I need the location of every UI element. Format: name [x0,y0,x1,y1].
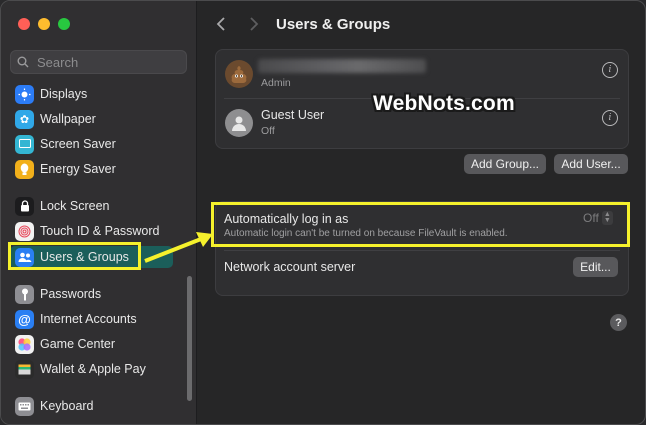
poop-emoji-icon [225,60,253,88]
help-button[interactable]: ? [610,314,627,331]
sidebar-item-label: Internet Accounts [40,312,137,326]
sidebar-item-label: Passwords [40,287,102,301]
person-icon [225,109,253,137]
search-input[interactable] [35,53,179,71]
sidebar-item-label: Screen Saver [40,137,116,151]
forward-chevron-icon[interactable] [249,15,259,36]
sidebar-item-wallet[interactable]: Wallet & Apple Pay [15,358,146,380]
info-icon[interactable]: i [602,110,618,126]
user-role: Admin [261,77,291,89]
sidebar-item-label: Displays [40,87,88,101]
sidebar-scrollbar[interactable] [187,276,192,401]
sidebar-item-label: Energy Saver [40,162,116,176]
info-icon[interactable]: i [602,62,618,78]
sidebar-item-lock-screen[interactable]: Lock Screen [15,195,109,217]
keyboard-icon [15,396,34,416]
energy-saver-icon [15,159,34,179]
user-role: Off [261,125,275,137]
sidebar-item-label: Keyboard [40,399,94,413]
game-center-icon [15,334,34,354]
search-icon [17,56,29,68]
wallpaper-icon: ✿ [15,109,34,129]
sidebar-item-wallpaper[interactable]: ✿ Wallpaper [15,108,96,130]
wallet-icon [15,359,34,379]
add-group-button[interactable]: Add Group... [464,154,546,174]
annotation-arrow-icon [144,232,213,263]
zoom-button[interactable] [58,18,70,30]
watermark: WebNots.com [373,92,515,115]
back-chevron-icon[interactable] [216,15,226,36]
sidebar-item-label: Lock Screen [40,199,110,213]
sidebar-item-displays[interactable]: Displays [15,83,87,105]
sidebar: Displays ✿ Wallpaper Screen Saver Energy… [1,1,197,424]
search-field[interactable] [10,50,187,74]
sidebar-item-internet-accounts[interactable]: @ Internet Accounts [15,308,137,330]
sidebar-item-game-center[interactable]: Game Center [15,333,115,355]
minimize-button[interactable] [38,18,50,30]
auto-login-highlight-box [211,202,630,247]
close-button[interactable] [18,18,30,30]
at-icon: @ [15,309,34,329]
sidebar-item-label: Wallpaper [40,112,96,126]
sidebar-item-keyboard[interactable]: Keyboard [15,395,94,417]
network-account-label: Network account server [224,260,356,274]
sidebar-highlight-box [8,242,141,270]
user-name: Guest User [261,108,325,122]
page-title: Users & Groups [276,16,391,33]
user-row-admin[interactable]: Admin i [216,50,628,98]
user-name-redacted [258,59,426,73]
fingerprint-icon [15,221,34,241]
sidebar-item-screen-saver[interactable]: Screen Saver [15,133,116,155]
sidebar-item-label: Game Center [40,337,116,351]
sidebar-item-energy-saver[interactable]: Energy Saver [15,158,116,180]
screen-saver-icon [15,134,34,154]
lock-icon [15,196,34,216]
sidebar-item-touch-id[interactable]: Touch ID & Password [15,220,160,242]
edit-button[interactable]: Edit... [573,257,618,277]
key-icon [15,284,34,304]
sidebar-item-label: Wallet & Apple Pay [40,362,146,376]
divider [224,250,620,251]
window-controls [18,18,70,30]
display-icon [15,84,34,104]
sidebar-item-passwords[interactable]: Passwords [15,283,101,305]
settings-window: Displays ✿ Wallpaper Screen Saver Energy… [0,0,646,425]
add-user-button[interactable]: Add User... [554,154,628,174]
